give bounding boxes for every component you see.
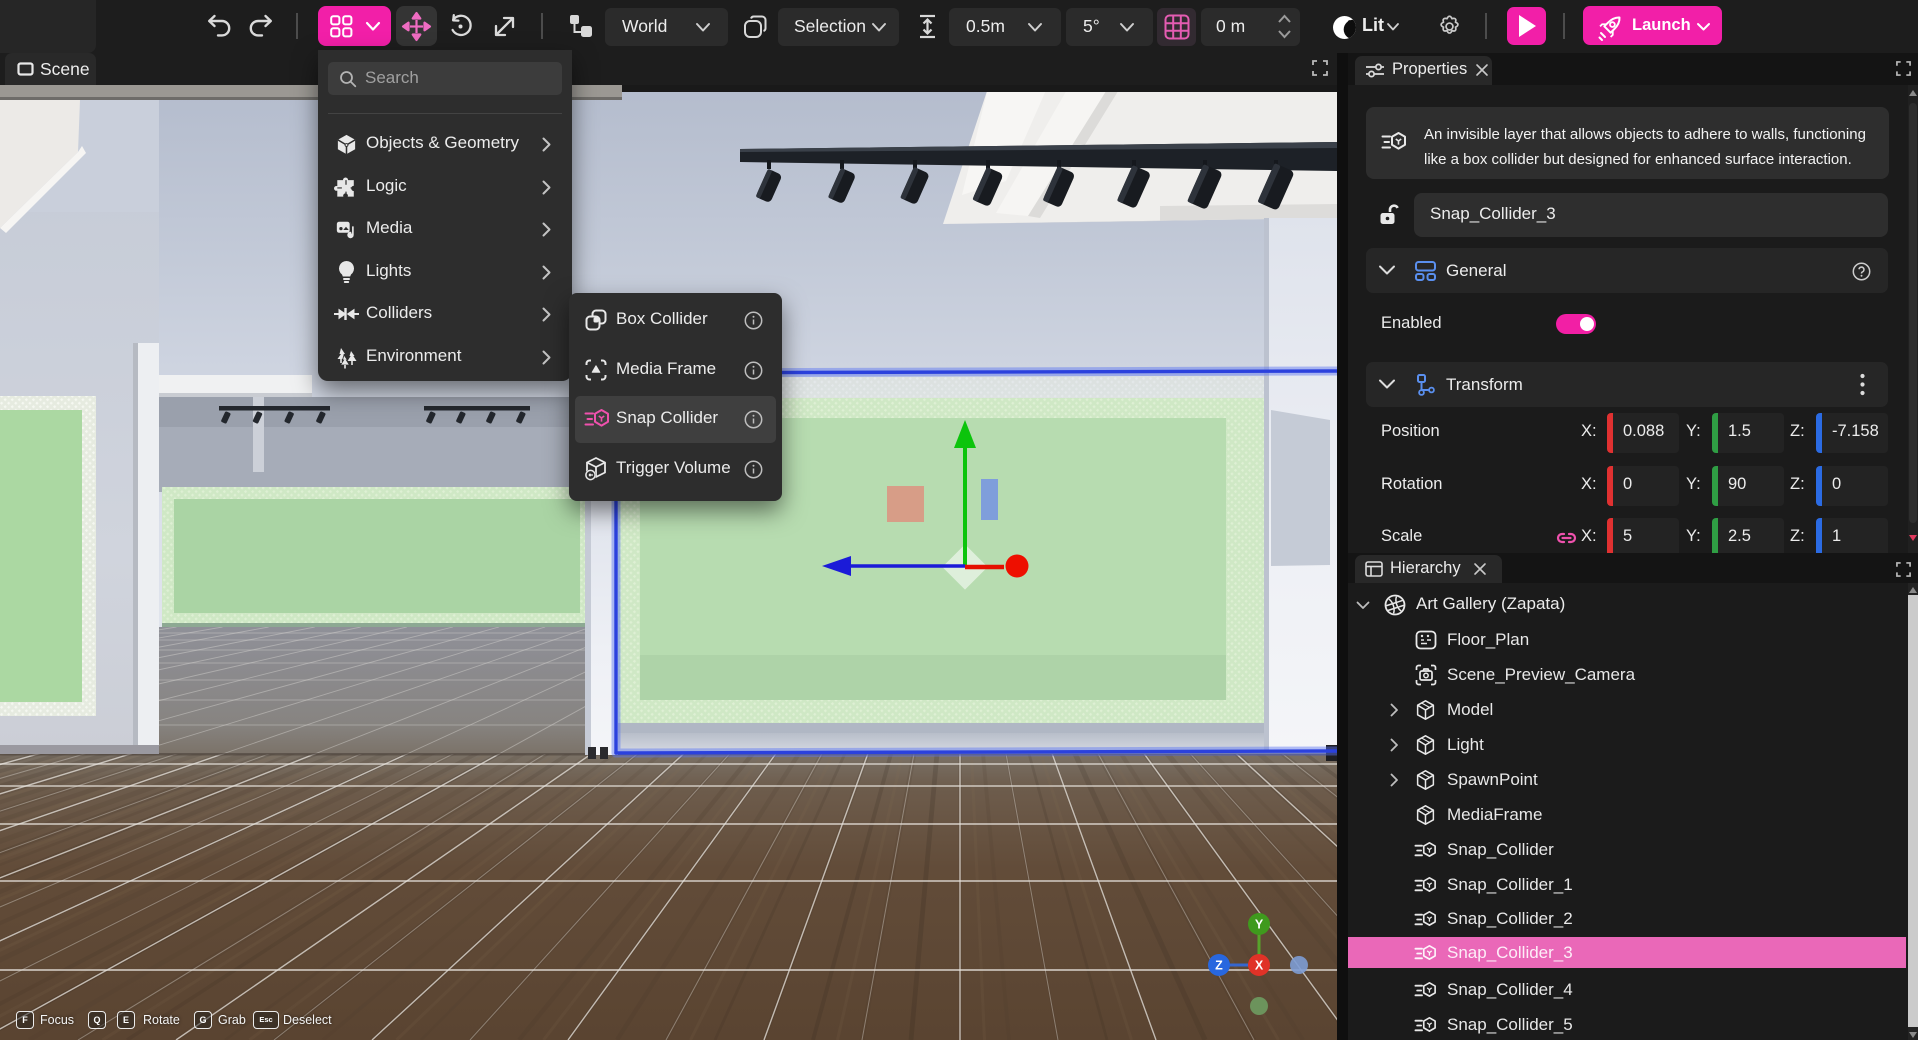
svg-text:Z: Z	[1215, 959, 1223, 973]
svg-text:Y: Y	[1255, 918, 1264, 932]
svg-text:X: X	[1255, 959, 1264, 973]
